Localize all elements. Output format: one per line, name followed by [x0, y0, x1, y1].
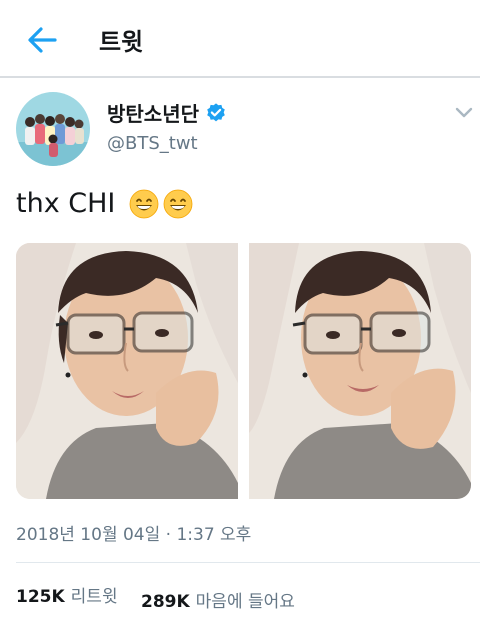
- retweets-stat[interactable]: 125K 리트윗: [16, 582, 118, 607]
- like-count: 289K: [141, 592, 190, 612]
- stats-divider: [16, 562, 480, 563]
- grinning-face-emoji-icon: [129, 189, 159, 218]
- retweet-label: 리트윗: [70, 587, 118, 607]
- author-handle[interactable]: @BTS_twt: [107, 133, 198, 154]
- back-arrow-icon: [28, 27, 57, 53]
- tweet-body: thx CHI: [16, 188, 193, 219]
- tweet-text: thx CHI: [16, 188, 116, 219]
- tweet-options-button[interactable]: [452, 104, 476, 122]
- display-name-text: 방탄소년단: [107, 102, 199, 126]
- likes-stat[interactable]: 289K 마음에 들어요: [141, 587, 295, 612]
- top-bar: 트윗: [0, 0, 480, 78]
- grinning-face-emoji-icon: [163, 189, 193, 218]
- chevron-down-icon: [455, 107, 473, 118]
- tweet-photo-2[interactable]: [249, 243, 471, 499]
- retweet-count: 125K: [16, 587, 65, 607]
- back-button[interactable]: [24, 24, 60, 56]
- tweet-photo-1[interactable]: [16, 243, 238, 499]
- author-name[interactable]: 방탄소년단: [107, 98, 227, 127]
- avatar[interactable]: [16, 92, 90, 166]
- tweet-timestamp[interactable]: 2018년 10월 04일 · 1:37 오후: [16, 520, 251, 545]
- header-divider: [0, 76, 480, 78]
- like-label: 마음에 들어요: [195, 592, 295, 612]
- page-title: 트윗: [99, 28, 144, 56]
- verified-badge-icon: [205, 102, 227, 124]
